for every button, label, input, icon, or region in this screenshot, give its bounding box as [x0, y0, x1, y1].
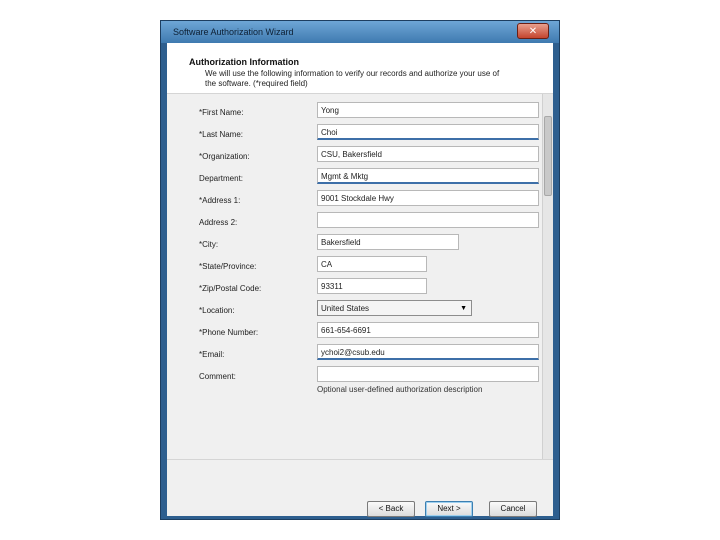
wizard-header: Authorization Information We will use th…: [167, 43, 553, 94]
organization-field[interactable]: CSU, Bakersfield: [317, 146, 539, 162]
vertical-scrollbar[interactable]: [542, 94, 553, 459]
department-label: Department:: [199, 174, 244, 183]
dialog-client: Authorization Information We will use th…: [167, 43, 553, 517]
city-field[interactable]: Bakersfield: [317, 234, 459, 250]
address1-field[interactable]: 9001 Stockdale Hwy: [317, 190, 539, 206]
email-field[interactable]: ychoi2@csub.edu: [317, 344, 539, 360]
address2-field[interactable]: [317, 212, 539, 228]
comment-label: Comment:: [199, 372, 236, 381]
comment-field[interactable]: [317, 366, 539, 382]
header-description: We will use the following information to…: [205, 69, 500, 88]
window-title: Software Authorization Wizard: [173, 27, 294, 37]
wizard-window: Software Authorization Wizard ✕ Authoriz…: [160, 20, 560, 520]
comment-hint: Optional user-defined authorization desc…: [317, 385, 483, 394]
wizard-footer: < Back Next > Cancel: [167, 459, 553, 517]
phone-label: *Phone Number:: [199, 328, 259, 337]
last-name-field[interactable]: Choi: [317, 124, 539, 140]
state-field[interactable]: CA: [317, 256, 427, 272]
zip-label: *Zip/Postal Code:: [199, 284, 262, 293]
zip-field[interactable]: 93311: [317, 278, 427, 294]
back-button[interactable]: < Back: [367, 501, 415, 517]
close-button[interactable]: ✕: [517, 23, 549, 39]
address2-label: Address 2:: [199, 218, 238, 227]
location-label: *Location:: [199, 306, 235, 315]
first-name-field[interactable]: Yong: [317, 102, 539, 118]
city-label: *City:: [199, 240, 219, 249]
department-field[interactable]: Mgmt & Mktg: [317, 168, 539, 184]
location-value: United States: [321, 304, 370, 313]
organization-label: *Organization:: [199, 152, 250, 161]
title-bar[interactable]: Software Authorization Wizard ✕: [161, 21, 559, 43]
header-title: Authorization Information: [189, 57, 299, 67]
phone-field[interactable]: 661-654-6691: [317, 322, 539, 338]
state-label: *State/Province:: [199, 262, 257, 271]
last-name-label: *Last Name:: [199, 130, 244, 139]
chevron-down-icon: ▼: [460, 305, 467, 312]
next-button[interactable]: Next >: [425, 501, 473, 517]
form-area: *First Name: Yong *Last Name: Choi *Orga…: [167, 94, 553, 459]
close-icon: ✕: [528, 26, 538, 37]
cancel-button[interactable]: Cancel: [489, 501, 537, 517]
email-label: *Email:: [199, 350, 225, 359]
first-name-label: *First Name:: [199, 108, 244, 117]
address1-label: *Address 1:: [199, 196, 241, 205]
location-select[interactable]: United States ▼: [317, 300, 472, 316]
scrollbar-thumb[interactable]: [544, 116, 552, 196]
